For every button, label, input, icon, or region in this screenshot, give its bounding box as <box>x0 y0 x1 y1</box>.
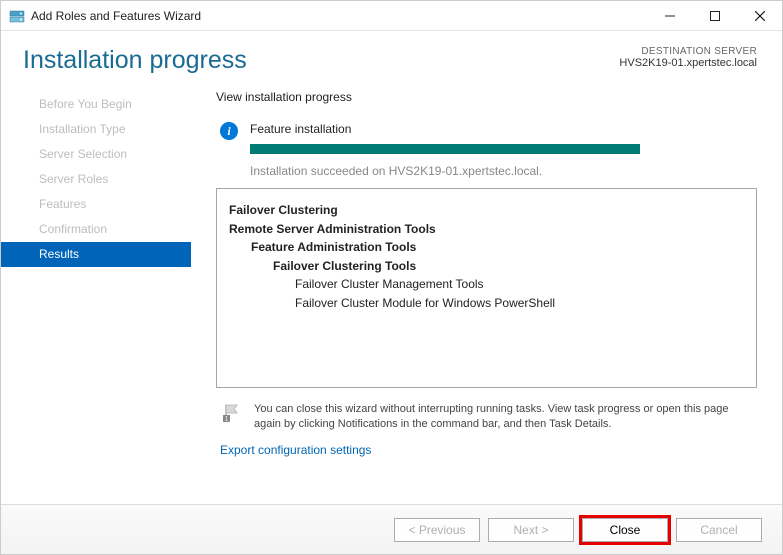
destination-label: DESTINATION SERVER <box>619 46 757 57</box>
page-title: Installation progress <box>23 46 247 75</box>
progress-bar <box>250 144 640 154</box>
subheading: View installation progress <box>216 90 757 104</box>
feature-item: Failover Cluster Module for Windows Powe… <box>229 294 744 313</box>
status-text: Installation succeeded on HVS2K19-01.xpe… <box>250 164 757 178</box>
sidebar-item-server-roles: Server Roles <box>1 167 191 192</box>
previous-button: < Previous <box>394 518 480 542</box>
header: Installation progress DESTINATION SERVER… <box>1 31 782 85</box>
wizard-sidebar: Before You Begin Installation Type Serve… <box>1 85 191 495</box>
maximize-button[interactable] <box>692 1 737 31</box>
sidebar-item-features: Features <box>1 192 191 217</box>
progress-label: Feature installation <box>250 122 757 136</box>
feature-item: Failover Cluster Management Tools <box>229 275 744 294</box>
sidebar-item-results[interactable]: Results <box>1 242 191 267</box>
footer: < Previous Next > Close Cancel <box>1 504 782 554</box>
close-window-button[interactable] <box>737 1 782 31</box>
window-title: Add Roles and Features Wizard <box>31 9 201 23</box>
progress-row: i Feature installation Installation succ… <box>216 122 757 178</box>
feature-item: Failover Clustering Tools <box>229 257 744 276</box>
close-button[interactable]: Close <box>582 518 668 542</box>
minimize-button[interactable] <box>647 1 692 31</box>
feature-item: Failover Clustering <box>229 201 744 220</box>
destination-info: DESTINATION SERVER HVS2K19-01.xpertstec.… <box>619 46 757 69</box>
server-manager-icon <box>9 8 25 24</box>
destination-value: HVS2K19-01.xpertstec.local <box>619 57 757 69</box>
sidebar-item-server-selection: Server Selection <box>1 142 191 167</box>
main-content: View installation progress i Feature ins… <box>191 85 782 495</box>
note-row: 1 You can close this wizard without inte… <box>216 402 757 433</box>
sidebar-item-confirmation: Confirmation <box>1 217 191 242</box>
info-icon: i <box>220 122 238 140</box>
feature-item: Remote Server Administration Tools <box>229 220 744 239</box>
cancel-button: Cancel <box>676 518 762 542</box>
flag-icon: 1 <box>220 402 242 424</box>
note-text: You can close this wizard without interr… <box>254 402 757 433</box>
export-config-link[interactable]: Export configuration settings <box>216 443 757 457</box>
window-controls <box>647 1 782 31</box>
next-button: Next > <box>488 518 574 542</box>
titlebar: Add Roles and Features Wizard <box>1 1 782 31</box>
feature-item: Feature Administration Tools <box>229 238 744 257</box>
sidebar-item-installation-type: Installation Type <box>1 117 191 142</box>
installed-features-box: Failover Clustering Remote Server Admini… <box>216 188 757 388</box>
sidebar-item-before-you-begin: Before You Begin <box>1 92 191 117</box>
